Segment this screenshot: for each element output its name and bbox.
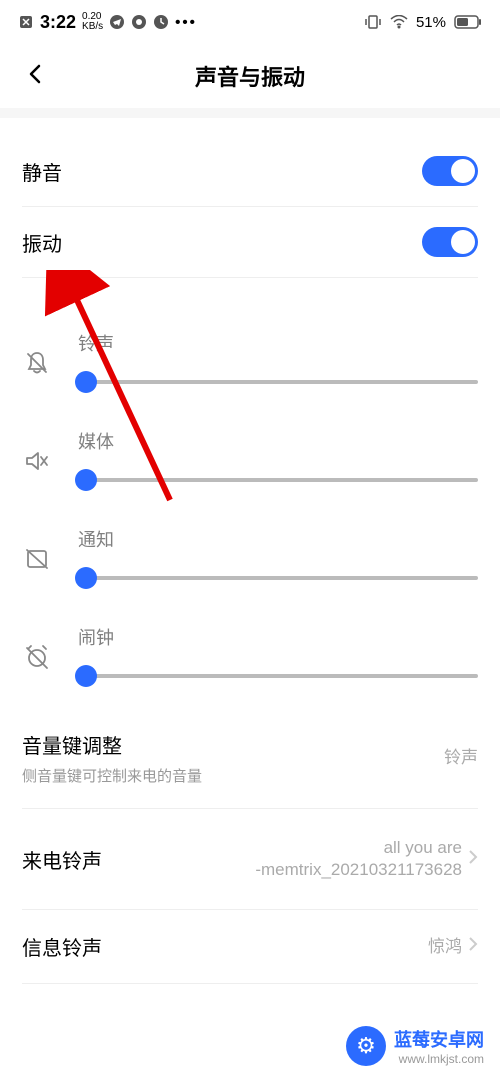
ringtone-label: 铃声 [78,330,478,356]
page-title: 声音与振动 [0,60,500,92]
back-button[interactable] [18,56,54,97]
battery-percent: 51% [416,14,446,31]
incoming-value: all you are -memtrix_20210321173628 [255,837,462,881]
notification-off-icon [22,544,52,574]
battery-icon [454,15,482,29]
mute-label: 静音 [22,157,62,186]
chevron-right-icon [468,936,478,957]
volume-off-icon [22,446,52,476]
telegram-icon [109,14,125,30]
chevron-right-icon [468,849,478,870]
watermark: 蓝莓安卓网 www.lmkjst.com [346,1026,484,1066]
message-value: 惊鸿 [428,936,462,958]
mute-row: 静音 [22,136,478,206]
wifi-icon [390,15,408,29]
mute-toggle[interactable] [422,156,478,186]
vibrate-toggle[interactable] [422,227,478,257]
vibrate-label: 振动 [22,228,62,257]
hexagon-icon [131,14,147,30]
volume-key-title: 音量键调整 [22,730,202,759]
notification-slider[interactable] [78,576,478,580]
media-label: 媒体 [78,428,478,454]
volume-key-value: 铃声 [444,747,478,769]
status-time: 3:22 [40,12,76,33]
status-right: 51% [364,14,482,31]
ringtone-slider-row: 铃声 [22,308,478,406]
message-ringtone-row[interactable]: 信息铃声 惊鸿 [22,910,478,983]
bell-off-icon [22,348,52,378]
incoming-title: 来电铃声 [22,845,102,874]
status-left: 3:22 0.20KB/s ••• [18,12,197,33]
status-speed: 0.20KB/s [82,12,103,32]
incoming-ringtone-row[interactable]: 来电铃声 all you are -memtrix_20210321173628 [22,809,478,909]
watermark-url: www.lmkjst.com [394,1052,484,1066]
volume-key-sub: 侧音量键可控制来电的音量 [22,765,202,786]
notification-slider-row: 通知 [22,504,478,602]
status-bar: 3:22 0.20KB/s ••• 51% [0,0,500,44]
section-divider [0,108,500,118]
header: 声音与振动 [0,44,500,108]
separator [22,983,478,984]
watermark-title: 蓝莓安卓网 [394,1026,484,1052]
volume-key-row[interactable]: 音量键调整 侧音量键可控制来电的音量 铃声 [22,700,478,808]
clock-icon [153,14,169,30]
vibrate-icon [364,14,382,30]
ringtone-slider[interactable] [78,380,478,384]
media-slider-row: 媒体 [22,406,478,504]
alarm-label: 闹钟 [78,624,478,650]
alarm-slider[interactable] [78,674,478,678]
alarm-off-icon [22,642,52,672]
media-slider[interactable] [78,478,478,482]
sim-icon [18,14,34,30]
message-title: 信息铃声 [22,932,102,961]
alarm-slider-row: 闹钟 [22,602,478,700]
notification-label: 通知 [78,526,478,552]
watermark-logo-icon [346,1026,386,1066]
more-dots: ••• [175,14,197,31]
vibrate-row: 振动 [22,207,478,277]
